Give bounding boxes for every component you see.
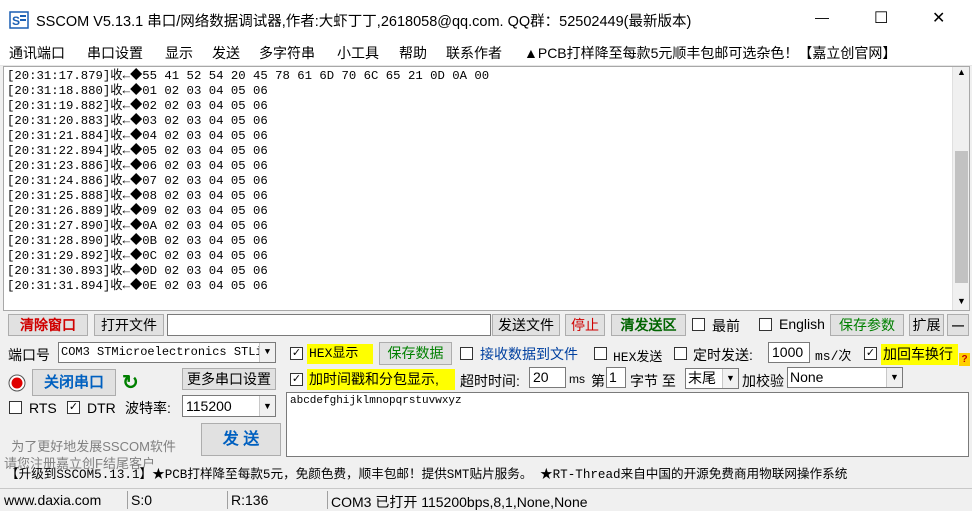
- dtr-checkbox[interactable]: ✓: [67, 401, 80, 414]
- open-file-button[interactable]: 打开文件: [94, 314, 164, 336]
- send-textarea[interactable]: abcdefghijklmnopqrstuvwxyz: [286, 392, 969, 457]
- app-icon: S: [9, 11, 29, 29]
- status-sent-count: S:0: [131, 492, 153, 508]
- menu-display[interactable]: 显示: [165, 43, 193, 63]
- promo-ticker[interactable]: 【升级到SSCOM5.13.1】★PCB打样降至每款5元，免颜色费，顺丰包邮！提…: [6, 463, 847, 482]
- hex-send-checkbox[interactable]: [594, 347, 607, 360]
- port-value: COM3 STMicroelectronics STLi: [61, 345, 263, 359]
- menu-comm-port[interactable]: 通讯端口: [9, 43, 65, 63]
- close-port-button[interactable]: 关闭串口: [32, 369, 116, 396]
- save-params-button[interactable]: 保存参数: [830, 314, 904, 336]
- chevron-down-icon[interactable]: ▼: [259, 343, 275, 362]
- timed-send-checkbox[interactable]: [674, 347, 687, 360]
- help-icon[interactable]: ?: [959, 353, 970, 366]
- menu-tools[interactable]: 小工具: [337, 43, 379, 63]
- save-data-button[interactable]: 保存数据: [379, 342, 452, 365]
- timeout-unit-label: ms: [569, 372, 585, 386]
- port-select[interactable]: COM3 STMicroelectronics STLi ▼: [58, 342, 276, 363]
- chevron-down-icon[interactable]: ▼: [259, 396, 275, 416]
- baud-label: 波特率:: [125, 400, 171, 416]
- baud-value: 115200: [186, 398, 232, 414]
- clear-window-button[interactable]: 清除窗口: [8, 314, 88, 336]
- english-label: English: [779, 316, 825, 332]
- refresh-icon[interactable]: ↻: [122, 370, 139, 395]
- byte-mid-label: 字节 至: [630, 373, 676, 389]
- byte-end-value: 末尾: [688, 370, 716, 386]
- receive-area[interactable]: [20:31:17.879]收←◆55 41 52 54 20 45 78 61…: [3, 66, 970, 311]
- status-received-count: R:136: [231, 492, 269, 508]
- topmost-label: 最前: [712, 318, 740, 334]
- checksum-select[interactable]: None ▼: [787, 367, 903, 388]
- scroll-down-arrow[interactable]: ▼: [957, 296, 966, 306]
- timestamp-checkbox[interactable]: ✓: [290, 373, 303, 386]
- menu-contact[interactable]: 联系作者: [446, 43, 502, 63]
- send-button[interactable]: 发 送: [201, 423, 281, 456]
- vertical-scrollbar[interactable]: ▲ ▼: [952, 67, 969, 310]
- collapse-button[interactable]: —: [947, 314, 969, 336]
- menu-help[interactable]: 帮助: [399, 43, 427, 63]
- topmost-checkbox[interactable]: [692, 318, 705, 331]
- menu-multi-string[interactable]: 多字符串: [259, 43, 315, 63]
- minimize-button[interactable]: —: [815, 9, 829, 25]
- recv-to-file-checkbox[interactable]: [460, 347, 473, 360]
- chevron-down-icon[interactable]: ▼: [886, 368, 902, 387]
- scrollbar-thumb[interactable]: [955, 151, 968, 283]
- scroll-up-arrow[interactable]: ▲: [957, 67, 966, 77]
- menu-send[interactable]: 发送: [212, 43, 240, 63]
- hex-send-label: HEX发送: [613, 350, 663, 365]
- clear-send-button[interactable]: 清发送区: [611, 314, 686, 336]
- title-bar: S SSCOM V5.13.1 串口/网络数据调试器,作者:大虾丁丁,26180…: [0, 0, 972, 38]
- interval-input[interactable]: 1000: [768, 342, 810, 363]
- rts-label: RTS: [29, 400, 57, 416]
- recv-to-file-label: 接收数据到文件: [480, 346, 578, 362]
- timed-send-label: 定时发送:: [693, 347, 753, 363]
- baud-select[interactable]: 115200 ▼: [182, 395, 276, 417]
- rts-checkbox[interactable]: [9, 401, 22, 414]
- menu-pcb-ad[interactable]: ▲PCB打样降至每款5元顺丰包邮可选杂色！【嘉立创官网】: [524, 43, 896, 63]
- svg-text:S: S: [12, 14, 20, 28]
- port-label: 端口号: [8, 347, 50, 363]
- byte-start-input[interactable]: 1: [606, 367, 626, 388]
- timeout-label: 超时时间:: [460, 373, 520, 389]
- hex-display-checkbox[interactable]: ✓: [290, 347, 303, 360]
- byte-end-select[interactable]: 末尾 ▼: [685, 368, 739, 389]
- english-checkbox[interactable]: [759, 318, 772, 331]
- send-file-button[interactable]: 发送文件: [492, 314, 560, 336]
- promo-text: 为了更好地发展SSCOM软件 请您注册嘉立创F结尾客户: [4, 421, 194, 471]
- maximize-button[interactable]: ☐: [874, 8, 888, 28]
- window-title: SSCOM V5.13.1 串口/网络数据调试器,作者:大虾丁丁,2618058…: [36, 14, 692, 30]
- status-site-link[interactable]: www.daxia.com: [4, 492, 101, 508]
- add-crlf-checkbox[interactable]: ✓: [864, 347, 877, 360]
- timeout-input[interactable]: 20: [529, 367, 566, 388]
- status-port-state: COM3 已打开 115200bps,8,1,None,None: [331, 494, 588, 510]
- close-button[interactable]: ✕: [932, 8, 945, 28]
- hex-display-label: HEX显示: [307, 344, 373, 364]
- interval-unit-label: ms/次: [815, 349, 852, 364]
- byte-prefix-label: 第: [591, 373, 605, 389]
- send-text: abcdefghijklmnopqrstuvwxyz: [290, 395, 462, 407]
- menu-serial-settings[interactable]: 串口设置: [87, 43, 143, 63]
- stop-button[interactable]: 停止: [565, 314, 605, 336]
- menu-bar: 通讯端口 串口设置 显示 发送 多字符串 小工具 帮助 联系作者 ▲PCB打样降…: [0, 38, 972, 66]
- status-bar: www.daxia.com S:0 R:136 COM3 已打开 115200b…: [0, 488, 972, 511]
- expand-button[interactable]: 扩展: [909, 314, 944, 336]
- more-settings-button[interactable]: 更多串口设置: [182, 368, 276, 390]
- add-crlf-label: 加回车换行: [881, 344, 958, 365]
- checksum-label: 加校验: [742, 373, 784, 389]
- timestamp-label: 加时间戳和分包显示,: [307, 369, 455, 390]
- port-status-icon: [8, 374, 26, 392]
- chevron-down-icon[interactable]: ▼: [722, 369, 738, 388]
- receive-text: [20:31:17.879]收←◆55 41 52 54 20 45 78 61…: [7, 69, 490, 293]
- checksum-value: None: [790, 369, 824, 385]
- dtr-label: DTR: [87, 400, 116, 416]
- file-path-input[interactable]: [167, 314, 491, 336]
